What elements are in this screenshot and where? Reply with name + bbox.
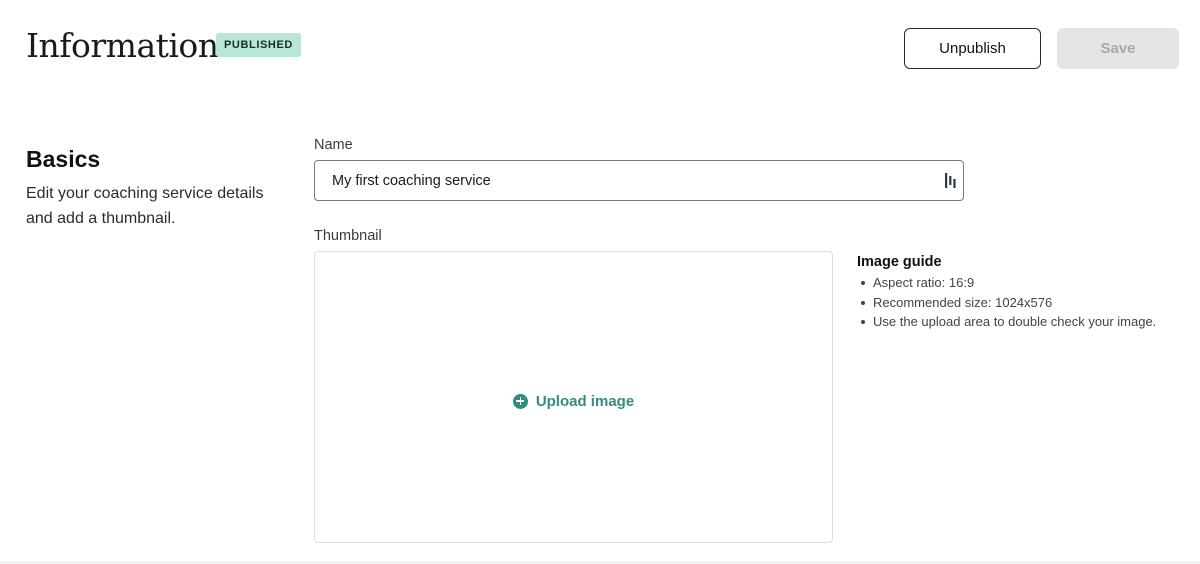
section-title: Basics xyxy=(26,146,101,172)
upload-image-button[interactable]: Upload image xyxy=(512,392,635,410)
name-field[interactable] xyxy=(314,160,964,201)
image-guide-title: Image guide xyxy=(857,254,942,270)
unpublish-button[interactable]: Unpublish xyxy=(904,28,1041,69)
list-item: Recommended size: 1024x576 xyxy=(857,293,1187,313)
status-badge: PUBLISHED xyxy=(216,33,301,57)
page: Information PUBLISHED Unpublish Save Bas… xyxy=(0,0,1200,564)
list-item: Use the upload area to double check your… xyxy=(857,312,1187,332)
page-title: Information xyxy=(26,26,219,65)
save-button[interactable]: Save xyxy=(1057,28,1179,69)
autofill-icon[interactable] xyxy=(945,173,957,188)
plus-circle-icon xyxy=(512,393,528,409)
image-guide-list: Aspect ratio: 16:9 Recommended size: 102… xyxy=(857,273,1187,332)
name-input[interactable] xyxy=(315,161,935,200)
thumbnail-label: Thumbnail xyxy=(314,228,382,244)
thumbnail-upload-area[interactable]: Upload image xyxy=(314,251,833,543)
name-label: Name xyxy=(314,137,353,153)
section-description: Edit your coaching service details and a… xyxy=(26,185,264,227)
upload-image-label: Upload image xyxy=(535,392,635,410)
image-guide: Image guide Aspect ratio: 16:9 Recommend… xyxy=(857,253,1187,332)
list-item: Aspect ratio: 16:9 xyxy=(857,273,1187,293)
